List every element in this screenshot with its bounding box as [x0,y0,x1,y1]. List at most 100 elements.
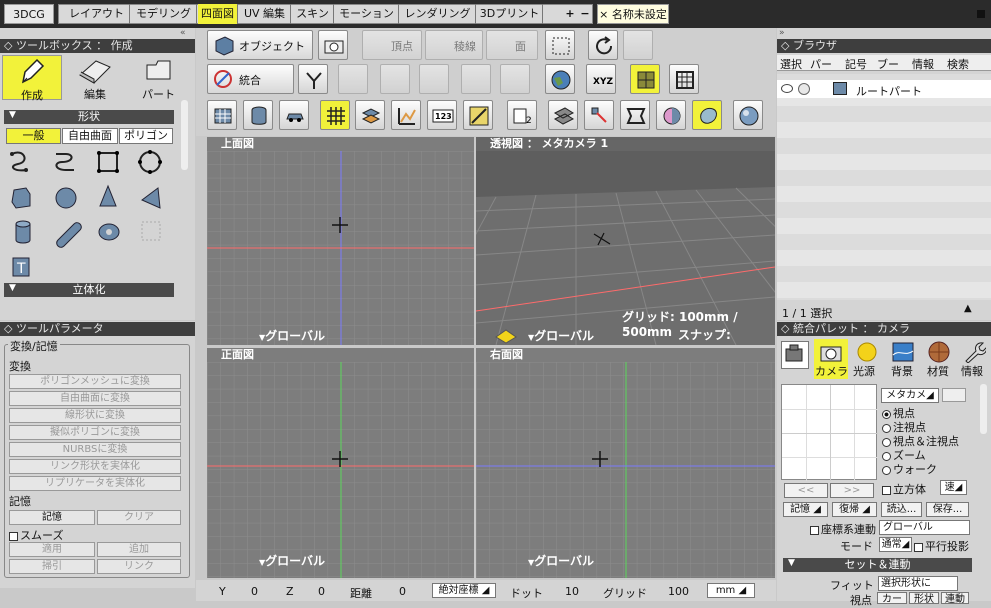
render-sphere-button[interactable] [733,100,763,130]
unit-select[interactable]: mm ◢ [707,583,755,598]
convert-freeform-button[interactable]: 自由曲面に変換 [9,391,181,406]
cone-tool-icon[interactable] [99,184,117,207]
materialize-link-button[interactable]: リンク形状を実体化 [9,459,181,474]
browser-col-select[interactable]: 選択 [780,56,802,72]
camera-link-button[interactable]: カー [877,592,907,605]
speed-select[interactable]: 速◢ [940,480,967,495]
shape-tab-polygon[interactable]: ポリゴン [119,128,173,144]
tool-part[interactable]: パート [128,55,190,101]
mode-select[interactable]: 通常◢ [879,537,912,552]
wireframe-button[interactable] [320,100,350,130]
texture-button[interactable] [548,100,578,130]
camera-mode-button[interactable] [318,30,348,60]
tab-uv[interactable]: UV 編集 [239,4,291,24]
shape-link-button[interactable]: 形状 [909,592,939,605]
prev-camera-button[interactable]: << [784,483,828,498]
display-grid-button[interactable] [207,100,237,130]
palette-tab-camera[interactable]: カメラ [814,339,848,379]
tool-edit[interactable]: 編集 [64,55,126,101]
curve-tool-icon[interactable] [10,151,28,172]
apply-button[interactable]: 適用 [9,542,95,557]
coord-system-select[interactable]: グローバル [879,520,970,535]
palette-tab-material[interactable]: 材質 [922,339,956,379]
grid-snap-button[interactable] [630,64,660,94]
edge-mode-button[interactable]: 稜線 [425,30,483,60]
set-collapse-icon[interactable]: ▼ [788,558,795,568]
perspective-global[interactable]: ▼グローバル [528,327,594,344]
capsule-tool-icon[interactable] [56,222,82,248]
parallel-projection-checkbox[interactable]: 平行投影 [914,538,969,554]
convert-line-button[interactable]: 線形状に変換 [9,408,181,423]
bounding-button[interactable] [620,100,650,130]
camera-lock-icon[interactable] [942,388,966,402]
collapse-left-icon[interactable]: « [180,28,192,38]
right-viewport[interactable]: 右面図 ▼グローバル [476,348,775,578]
tab-3dprint[interactable]: 3Dプリント [477,4,543,24]
fit-select[interactable]: 選択形状に [878,576,958,591]
tab-four-view[interactable]: 四面図 [198,4,238,24]
half-sphere-button[interactable] [656,100,686,130]
camera-select[interactable]: メタカメ◢ [881,388,939,403]
convert-nurbs-button[interactable]: NURBSに変換 [9,442,181,457]
smooth-shade-button[interactable] [692,100,722,130]
toolbox-scrollbar[interactable] [181,100,188,170]
palette-photo-button[interactable] [781,341,809,369]
convert-polymesh-button[interactable]: ポリゴンメッシュに変換 [9,374,181,389]
graph-button[interactable] [391,100,421,130]
browser-col-part[interactable]: パー [810,56,832,72]
layers-button[interactable] [355,100,385,130]
radio-walk[interactable]: ウォーク [882,461,937,477]
rotate-view-button[interactable] [588,30,618,60]
merge-button[interactable]: 統合 [207,64,294,94]
browser-col-info[interactable]: 情報 [912,56,934,72]
tab-3dcg[interactable]: 3DCG [4,4,54,24]
next-camera-button[interactable]: >> [830,483,874,498]
camera-load-button[interactable]: 読込... [881,502,922,517]
right-viewport-global[interactable]: ▼グローバル [528,552,594,569]
pyramid-tool-icon[interactable] [141,187,161,209]
solid-section-header[interactable]: 立体化 [4,283,174,297]
xyz-button[interactable]: XYZ [586,64,616,94]
shape-tab-general[interactable]: 一般 [6,128,61,144]
browser-scroll-up-icon[interactable]: ▲ [964,303,972,314]
shape-section-header[interactable]: 形状 [4,110,174,124]
solid-collapse-icon[interactable]: ▼ [9,283,16,293]
align-button[interactable] [584,100,614,130]
front-viewport[interactable]: 正面図 ▼グローバル [207,348,474,578]
browser-col-search[interactable]: 検索 [947,56,969,72]
link-toggle-button[interactable]: 連動 [941,592,969,605]
palette-scrollbar[interactable] [980,384,987,434]
document-tab[interactable]: × 名称未設定 [597,4,669,24]
root-part-label[interactable]: ルートパート [856,83,922,99]
close-window-icon[interactable] [977,10,985,18]
cylinder-tool-icon[interactable] [15,220,31,244]
expand-right-icon[interactable]: » [779,28,785,38]
torus-tool-icon[interactable] [98,223,120,241]
object-mode-button[interactable]: オブジェクト [207,30,313,60]
front-viewport-global[interactable]: ▼グローバル [259,552,325,569]
smooth-checkbox[interactable]: スムーズ [9,527,63,543]
perspective-viewport[interactable]: 透視図 ： メタカメラ 1 ▼グローバル グリッド: 100mm / 500mm… [476,137,775,345]
palette-tab-info[interactable]: 情報 [958,339,990,379]
lock-toggle-icon[interactable] [798,83,810,95]
subtract-button[interactable]: 掃引 [9,559,95,574]
remove-tab-button[interactable]: − [578,4,592,24]
shape-collapse-icon[interactable]: ▼ [9,110,16,120]
vertex-mode-button[interactable]: 頂点 [362,30,422,60]
sphere-tool-icon[interactable] [55,187,77,209]
add-button[interactable]: 追加 [97,542,181,557]
tab-layout[interactable]: レイアウト [64,4,130,24]
set-link-section[interactable]: セット＆連動 [783,558,972,572]
memory-button[interactable]: 記憶 [9,510,95,525]
car-button[interactable] [279,100,309,130]
axis-tool-button[interactable] [298,64,328,94]
palette-tab-background[interactable]: 背景 [886,339,920,379]
open-line-tool-icon[interactable] [55,153,74,171]
top-viewport[interactable]: 上面図 ▼グローバル [207,137,474,345]
tab-render[interactable]: レンダリング [400,4,476,24]
measure-button[interactable] [463,100,493,130]
top-viewport-global[interactable]: ▼グローバル [259,327,325,344]
camera-save-button[interactable]: 保存... [926,502,969,517]
globe-button[interactable] [545,64,575,94]
convert-pseudopoly-button[interactable]: 擬似ポリゴンに変換 [9,425,181,440]
